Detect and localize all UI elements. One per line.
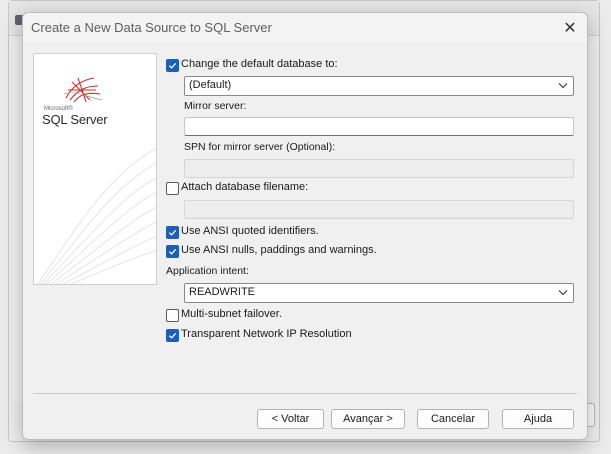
multi-subnet-checkbox[interactable] [166,309,179,322]
attach-db-checkbox[interactable] [166,182,179,195]
chevron-down-icon [558,290,568,296]
create-data-source-dialog: Create a New Data Source to SQL Server ✕ [22,12,588,440]
sql-server-logo-icon [63,77,103,103]
checkmark-icon [168,229,177,236]
checkmark-icon [168,62,177,69]
logo-sql-server-text: SQL Server [42,112,108,127]
next-button[interactable]: Avançar > [331,409,405,429]
dialog-titlebar: Create a New Data Source to SQL Server ✕ [23,13,587,43]
footer-divider [33,393,577,394]
default-database-combobox[interactable]: (Default) [184,76,574,96]
checkmark-icon [168,332,177,339]
checkmark-icon [168,248,177,255]
attach-db-label: Attach database filename: [181,181,309,193]
tnir-label: Transparent Network IP Resolution [181,328,352,340]
ansi-nulls-checkbox[interactable] [166,245,179,258]
close-icon: ✕ [563,20,577,37]
close-button[interactable]: ✕ [559,17,581,39]
mirror-server-field[interactable] [184,117,574,136]
sql-server-banner: Microsoft® SQL Server [33,53,157,285]
change-default-db-label: Change the default database to: [181,58,338,70]
multi-subnet-label: Multi-subnet failover. [181,308,282,320]
change-default-db-checkbox[interactable] [166,59,179,72]
tnir-checkbox[interactable] [166,329,179,342]
spn-label: SPN for mirror server (Optional): [184,141,336,153]
dialog-title: Create a New Data Source to SQL Server [31,20,272,35]
cancel-button[interactable]: Cancelar [417,409,489,429]
application-intent-combobox[interactable]: READWRITE [184,283,574,303]
default-database-value: (Default) [189,79,232,91]
chevron-down-icon [558,83,568,89]
back-button[interactable]: < Voltar [257,409,324,429]
ansi-quoted-label: Use ANSI quoted identifiers. [181,225,319,237]
application-intent-label: Application intent: [166,265,249,277]
application-intent-value: READWRITE [189,286,255,298]
spn-field [184,159,574,178]
mirror-server-label: Mirror server: [184,100,247,112]
ansi-nulls-label: Use ANSI nulls, paddings and warnings. [181,244,377,256]
attach-db-field [184,200,574,219]
mirror-server-input[interactable] [185,118,573,135]
help-button[interactable]: Ajuda [502,409,574,429]
ansi-quoted-checkbox[interactable] [166,226,179,239]
